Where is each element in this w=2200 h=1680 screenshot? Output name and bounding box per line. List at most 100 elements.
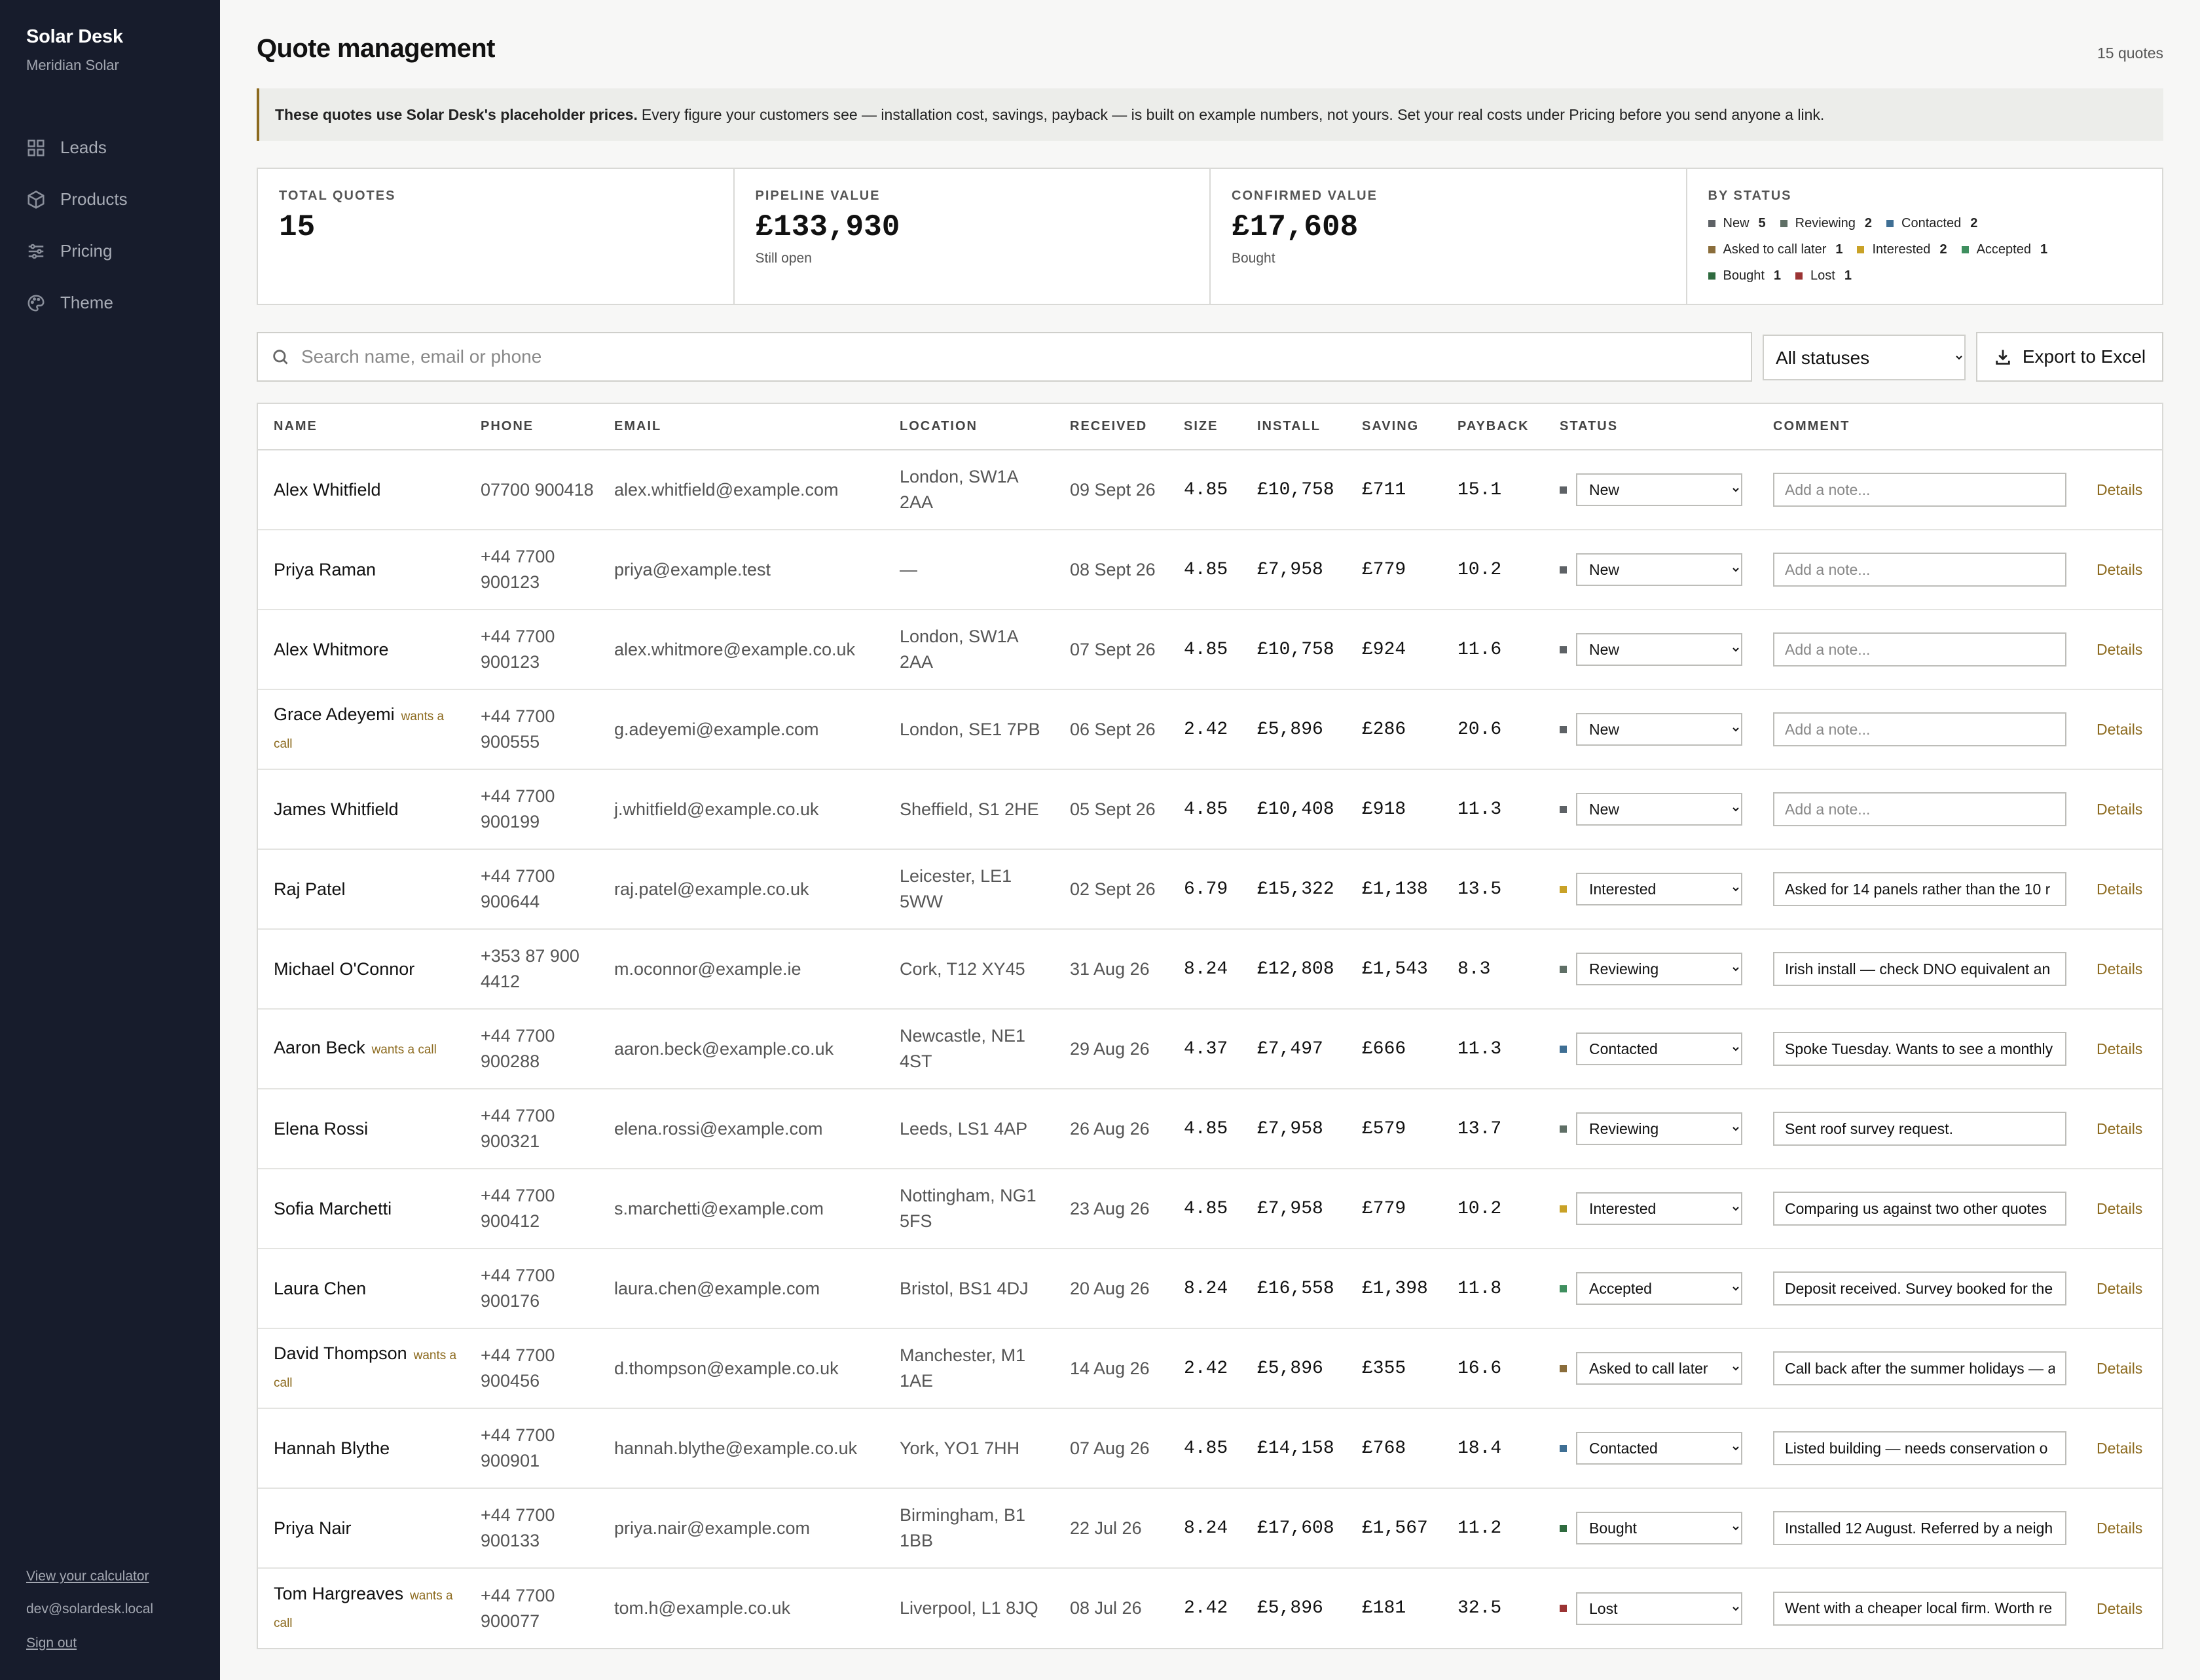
details-link[interactable]: Details bbox=[2097, 1600, 2142, 1617]
details-link[interactable]: Details bbox=[2097, 561, 2142, 578]
status-select[interactable]: Interested bbox=[1576, 873, 1742, 905]
sidebar-item-theme[interactable]: Theme bbox=[26, 277, 128, 329]
comment-input[interactable] bbox=[1773, 1271, 2066, 1306]
comment-input[interactable] bbox=[1773, 1511, 2066, 1545]
details-link[interactable]: Details bbox=[2097, 641, 2142, 658]
status-select[interactable]: Bought bbox=[1576, 1512, 1742, 1544]
sidebar-item-products[interactable]: Products bbox=[26, 173, 128, 225]
status-select[interactable]: New bbox=[1576, 793, 1742, 826]
organisation-name: Meridian Solar bbox=[26, 57, 119, 73]
table-row: Alex Whitfield 07700 900418 alex.whitfield… bbox=[258, 450, 2162, 530]
user-email: dev@solardesk.local bbox=[26, 1601, 154, 1616]
customer-name: Laura Chen bbox=[274, 1278, 367, 1298]
comment-input[interactable] bbox=[1773, 792, 2066, 826]
status-select[interactable]: New bbox=[1576, 553, 1742, 586]
status-select[interactable]: Reviewing bbox=[1576, 953, 1742, 985]
phone-cell: +44 7700 900199 bbox=[465, 769, 598, 850]
status-legend-count: 2 bbox=[1864, 215, 1873, 230]
comment-input[interactable] bbox=[1773, 1112, 2066, 1146]
comment-input[interactable] bbox=[1773, 553, 2066, 587]
details-link[interactable]: Details bbox=[2097, 801, 2142, 818]
banner-text: Every figure your customers see — instal… bbox=[641, 105, 1825, 123]
details-link[interactable]: Details bbox=[2097, 881, 2142, 898]
phone-cell: 07700 900418 bbox=[465, 450, 598, 530]
comment-input[interactable] bbox=[1773, 712, 2066, 746]
comment-input[interactable] bbox=[1773, 1351, 2066, 1385]
sign-out-link[interactable]: Sign out bbox=[26, 1635, 153, 1651]
comment-input[interactable] bbox=[1773, 1591, 2066, 1626]
details-link[interactable]: Details bbox=[2097, 1520, 2142, 1537]
status-select[interactable]: New bbox=[1576, 713, 1742, 746]
status-legend-count: 2 bbox=[1939, 242, 1947, 257]
status-select[interactable]: Lost bbox=[1576, 1592, 1742, 1625]
received-cell: 08 Jul 26 bbox=[1070, 1598, 1142, 1618]
status-indicator bbox=[1560, 725, 1567, 733]
comment-input[interactable] bbox=[1773, 632, 2066, 667]
status-control: New bbox=[1560, 553, 1757, 586]
customer-name: David Thompson bbox=[274, 1343, 407, 1363]
status-select[interactable]: Asked to call later bbox=[1576, 1352, 1742, 1385]
install-cell: £7,497 bbox=[1241, 1009, 1346, 1089]
details-link[interactable]: Details bbox=[2097, 1360, 2142, 1377]
location-cell: Liverpool, L1 8JQ bbox=[900, 1598, 1038, 1618]
details-link[interactable]: Details bbox=[2097, 481, 2142, 498]
size-cell: 4.85 bbox=[1168, 530, 1241, 610]
customer-name-cell: Priya Raman bbox=[258, 530, 465, 610]
status-legend-item: Interested 2 bbox=[1857, 236, 1947, 263]
status-select[interactable]: New bbox=[1576, 473, 1742, 506]
details-link[interactable]: Details bbox=[2097, 1040, 2142, 1057]
customer-name-cell: Aaron Beck wants a call bbox=[258, 1009, 465, 1089]
status-indicator bbox=[1560, 566, 1567, 574]
status-legend-label: Contacted bbox=[1901, 215, 1962, 230]
comment-input[interactable] bbox=[1773, 1192, 2066, 1226]
status-select[interactable]: Interested bbox=[1576, 1192, 1742, 1225]
status-filter-select[interactable]: All statuses bbox=[1763, 335, 1966, 380]
sidebar-item-pricing[interactable]: Pricing bbox=[26, 225, 128, 277]
install-cell: £5,896 bbox=[1257, 1598, 1323, 1618]
stat-confirmed-value: Confirmed value £17,608 Bought bbox=[1211, 169, 1687, 304]
status-select[interactable]: New bbox=[1576, 633, 1742, 666]
comment-input[interactable] bbox=[1773, 1032, 2066, 1066]
location-cell: London, SW1A 2AA bbox=[884, 610, 1054, 690]
install-cell: £7,958 bbox=[1241, 530, 1346, 610]
status-select[interactable]: Contacted bbox=[1576, 1032, 1742, 1065]
download-icon bbox=[1996, 350, 2010, 365]
comment-cell bbox=[1757, 1089, 2081, 1169]
page-title: Quote management bbox=[257, 34, 495, 63]
details-link[interactable]: Details bbox=[2097, 1440, 2142, 1457]
sidebar-item-leads[interactable]: Leads bbox=[26, 122, 128, 173]
customer-name: Michael O'Connor bbox=[274, 959, 415, 979]
comment-input[interactable] bbox=[1773, 952, 2066, 986]
install-cell: £7,958 bbox=[1241, 1169, 1346, 1249]
brand-name: Solar Desk bbox=[26, 26, 123, 47]
table-row: Hannah Blythe +44 7700 900901 hannah.blyth… bbox=[258, 1408, 2162, 1489]
status-select[interactable]: Accepted bbox=[1576, 1272, 1742, 1305]
status-select[interactable]: Reviewing bbox=[1576, 1112, 1742, 1145]
payback-cell: 11.6 bbox=[1442, 610, 1544, 690]
details-link[interactable]: Details bbox=[2097, 1120, 2142, 1137]
details-link[interactable]: Details bbox=[2097, 1200, 2142, 1217]
comment-input[interactable] bbox=[1773, 872, 2066, 906]
sidebar: Solar Desk Meridian Solar Leads Products… bbox=[0, 0, 220, 1680]
search-input[interactable] bbox=[301, 346, 1676, 367]
comment-cell bbox=[1757, 1249, 2081, 1329]
received-cell: 09 Sept 26 bbox=[1054, 450, 1168, 530]
export-excel-button[interactable]: Export to Excel bbox=[1976, 332, 2163, 382]
details-link[interactable]: Details bbox=[2097, 1280, 2142, 1297]
details-link[interactable]: Details bbox=[2097, 960, 2142, 977]
details-link[interactable]: Details bbox=[2097, 721, 2142, 738]
location-cell: London, SE1 7PB bbox=[884, 689, 1054, 770]
status-legend-count: 1 bbox=[1844, 268, 1852, 283]
size-cell: 6.79 bbox=[1168, 849, 1241, 930]
table-row: Aaron Beck wants a call +44 7700 900288 aar… bbox=[258, 1009, 2162, 1089]
size-cell: 4.85 bbox=[1168, 1089, 1241, 1169]
view-calculator-link[interactable]: View your calculator bbox=[26, 1569, 153, 1584]
comment-input[interactable] bbox=[1773, 473, 2066, 507]
payback-cell: 18.4 bbox=[1442, 1408, 1544, 1489]
details-cell: Details bbox=[2081, 1488, 2162, 1569]
size-cell: 8.24 bbox=[1168, 929, 1241, 1010]
status-select[interactable]: Contacted bbox=[1576, 1432, 1742, 1465]
stat-label: Pipeline value bbox=[755, 189, 881, 203]
sidebar-item-label: Products bbox=[60, 189, 128, 209]
comment-input[interactable] bbox=[1773, 1431, 2066, 1465]
